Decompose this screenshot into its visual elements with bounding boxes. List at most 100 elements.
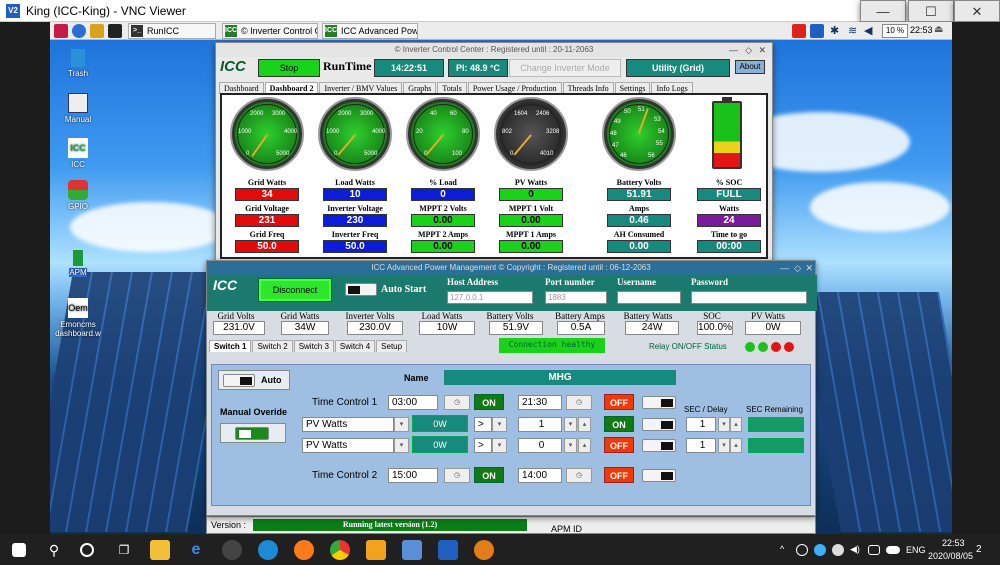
icc-maximize[interactable]: ◇ (745, 43, 752, 57)
condition-1-toggle[interactable] (642, 418, 676, 431)
condition-2-dropdown-icon[interactable]: ▾ (394, 438, 409, 453)
tab-switch-3[interactable]: Switch 3 (293, 340, 334, 352)
tray-app-icon[interactable] (796, 544, 808, 556)
apm-minimize[interactable]: — (780, 261, 789, 275)
condition-1-operator[interactable]: > (474, 417, 492, 432)
tab-setup[interactable]: Setup (376, 340, 408, 352)
condition-2-off-button[interactable]: OFF (604, 437, 634, 453)
vnc-server-icon[interactable] (792, 24, 806, 38)
system-time[interactable]: 22:53 (942, 538, 965, 548)
maximize-button[interactable]: ☐ (908, 0, 954, 22)
tc1-end-clock-icon[interactable]: ◷ (566, 395, 592, 410)
about-button[interactable]: About (735, 60, 765, 74)
search-icon[interactable]: ⚲ (44, 540, 64, 560)
host-input[interactable]: 127.0.0.1 (447, 291, 533, 304)
tc2-start-input[interactable]: 15:00 (388, 468, 438, 483)
delay-2-input[interactable]: 1 (686, 438, 716, 453)
desktop-icon-trash[interactable]: Trash (51, 49, 105, 78)
task-inverter-control[interactable]: ICC© Inverter Control Ce... (222, 23, 318, 39)
tab-switch-2[interactable]: Switch 2 (252, 340, 293, 352)
condition-2-select[interactable]: PV Watts (302, 438, 394, 453)
desktop-icon-gpio[interactable]: GPIO (51, 180, 105, 211)
language-indicator[interactable]: ENG (906, 545, 926, 555)
change-inverter-mode-button[interactable]: Change Inverter Mode (509, 59, 621, 77)
windows-start-icon[interactable] (12, 543, 26, 557)
port-input[interactable]: 1883 (545, 291, 607, 304)
file-explorer-icon[interactable] (150, 540, 170, 560)
password-input[interactable] (691, 291, 807, 304)
notification-count[interactable]: 2 (976, 544, 982, 555)
task-runicc[interactable]: >_ RunICC (128, 23, 216, 39)
bluetooth-icon[interactable]: ✱ (830, 24, 844, 38)
delay-2-up-icon[interactable]: ▴ (730, 438, 742, 453)
manual-override-toggle[interactable] (235, 427, 269, 440)
chrome-icon[interactable] (330, 540, 350, 560)
tab-switch-1[interactable]: Switch 1 (209, 340, 252, 352)
terminal-icon[interactable] (108, 24, 122, 38)
tc1-on-button[interactable]: ON (474, 394, 504, 410)
firefox-icon[interactable] (294, 540, 314, 560)
desktop-icon-apm[interactable]: APM (51, 250, 105, 277)
condition-1-select[interactable]: PV Watts (302, 417, 394, 432)
minimize-button[interactable]: — (860, 0, 906, 22)
browser-icon[interactable] (72, 24, 86, 38)
onedrive-icon[interactable] (886, 546, 900, 554)
tc2-start-clock-icon[interactable]: ◷ (444, 468, 470, 483)
tray-network-app-icon[interactable] (814, 544, 826, 556)
outlook-icon[interactable] (366, 540, 386, 560)
camera-icon[interactable] (222, 540, 242, 560)
ie-icon[interactable]: e (186, 540, 206, 560)
edge-icon[interactable] (258, 540, 278, 560)
delay-1-down-icon[interactable]: ▾ (718, 417, 730, 432)
icc-close[interactable]: ✕ (758, 43, 766, 57)
cortana-icon[interactable] (80, 543, 94, 557)
username-input[interactable] (617, 291, 681, 304)
remote-desktop-icon[interactable] (402, 540, 422, 560)
value-2-down-icon[interactable]: ▾ (564, 438, 577, 453)
folder-icon[interactable] (90, 24, 104, 38)
tc2-end-input[interactable]: 14:00 (518, 468, 562, 483)
volume-icon[interactable]: ◀ (864, 24, 878, 38)
task-advanced-power[interactable]: ICCICC Advanced Power ... (322, 23, 418, 39)
desktop-icon-icc[interactable]: ICC ICC (51, 138, 105, 169)
operator-2-dropdown-icon[interactable]: ▾ (492, 438, 507, 453)
apm-close[interactable]: ✕ (805, 261, 813, 275)
delay-1-input[interactable]: 1 (686, 417, 716, 432)
stop-button[interactable]: Stop (258, 59, 320, 77)
vnc-icon[interactable] (810, 24, 824, 38)
tray-chevron-icon[interactable]: ^ (780, 544, 784, 554)
display-tray-icon[interactable] (868, 545, 880, 555)
delay-1-up-icon[interactable]: ▴ (730, 417, 742, 432)
apm-maximize[interactable]: ◇ (794, 261, 801, 275)
system-date[interactable]: 2020/08/05 (928, 551, 973, 561)
tc2-toggle[interactable] (642, 469, 676, 482)
desktop-icon-emoncms[interactable]: Oem Emoncms dashboard.w (51, 298, 105, 338)
value-1-down-icon[interactable]: ▾ (564, 417, 577, 432)
close-button[interactable]: ✕ (954, 0, 1000, 22)
tab-switch-4[interactable]: Switch 4 (334, 340, 376, 352)
vnc-viewer-icon[interactable] (438, 540, 458, 560)
condition-2-operator[interactable]: > (474, 438, 492, 453)
auto-toggle[interactable] (223, 374, 255, 387)
tc1-toggle[interactable] (642, 396, 676, 409)
tray-google-icon[interactable] (832, 544, 844, 556)
utility-grid-button[interactable]: Utility (Grid) (626, 59, 730, 77)
value-2-up-icon[interactable]: ▴ (578, 438, 591, 453)
eject-icon[interactable]: ⏏ (934, 24, 948, 38)
condition-1-value[interactable]: 1 (518, 417, 562, 432)
volume-tray-icon[interactable]: ◀) (850, 544, 860, 555)
wifi-icon[interactable]: ≋ (848, 24, 862, 38)
tc1-off-button[interactable]: OFF (604, 394, 634, 410)
switch-name[interactable]: MHG (444, 370, 676, 385)
tc1-start-clock-icon[interactable]: ◷ (444, 395, 470, 410)
disconnect-button[interactable]: Disconnect (259, 279, 331, 301)
task-view-icon[interactable]: ❐ (114, 540, 134, 560)
raspberry-menu-icon[interactable] (54, 24, 68, 38)
desktop-icon-manual[interactable]: Manual (51, 93, 105, 124)
tc2-end-clock-icon[interactable]: ◷ (566, 468, 592, 483)
operator-1-dropdown-icon[interactable]: ▾ (492, 417, 507, 432)
delay-2-down-icon[interactable]: ▾ (718, 438, 730, 453)
condition-1-dropdown-icon[interactable]: ▾ (394, 417, 409, 432)
condition-2-toggle[interactable] (642, 439, 676, 452)
tc1-start-input[interactable]: 03:00 (388, 395, 438, 410)
